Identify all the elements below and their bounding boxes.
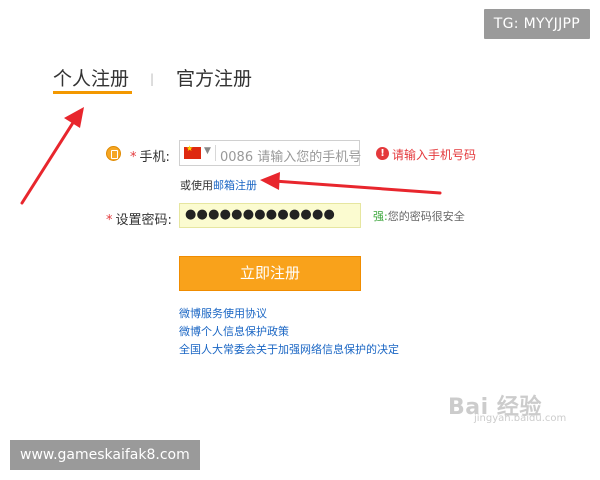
annotation-arrows [20,107,442,205]
arrow-to-tab [20,107,84,205]
arrow-to-email-link [260,172,442,195]
